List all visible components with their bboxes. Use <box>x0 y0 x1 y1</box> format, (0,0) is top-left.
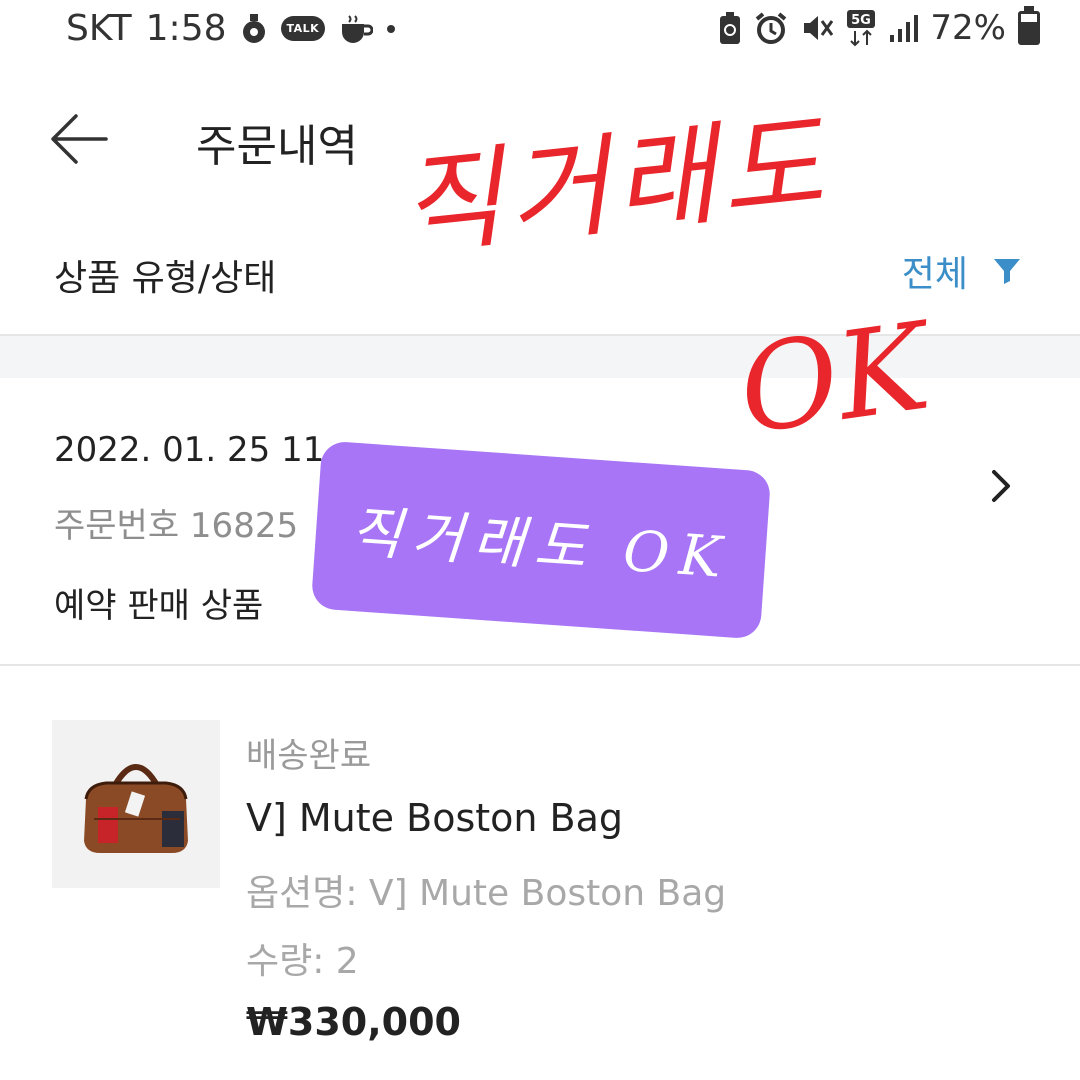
order-number: 주문번호 16825 <box>54 506 299 546</box>
network-5g-icon: 5G <box>846 9 876 47</box>
clock-time: 1:58 <box>145 8 227 49</box>
sticker-text: 직거래도 OK <box>348 499 734 591</box>
battery-icon <box>1018 6 1040 45</box>
product-name: V] Mute Boston Bag <box>246 796 624 840</box>
battery-percent: 72% <box>930 8 1006 48</box>
order-date: 2022. 01. 25 11 <box>54 430 325 470</box>
product-item[interactable]: 배송완료 V] Mute Boston Bag 옵션명: V] Mute Bos… <box>0 700 1080 1060</box>
filter-button[interactable]: 전체 <box>902 245 1022 297</box>
filter-funnel-icon <box>992 256 1022 286</box>
mute-icon <box>800 11 834 45</box>
back-arrow-icon[interactable] <box>48 108 110 170</box>
signal-strength-icon <box>888 13 919 43</box>
status-left: SKT 1:58 TALK <box>66 8 396 49</box>
boston-bag-image <box>84 764 188 853</box>
product-thumbnail[interactable] <box>52 720 220 888</box>
coffee-icon <box>339 14 374 44</box>
filter-label: 상품 유형/상태 <box>54 258 277 299</box>
handwritten-ok: OK <box>731 297 937 462</box>
product-option: 옵션명: V] Mute Boston Bag <box>246 873 727 914</box>
status-right: 5G 72% <box>718 6 1040 48</box>
chevron-right-icon[interactable] <box>986 466 1016 506</box>
filter-value: 전체 <box>901 254 968 295</box>
alarm-icon <box>754 11 788 45</box>
order-type: 예약 판매 상품 <box>54 586 264 626</box>
location-pin-icon <box>241 12 267 46</box>
product-price: ₩330,000 <box>246 1000 461 1044</box>
page-title: 주문내역 <box>196 121 358 172</box>
status-bar: SKT 1:58 TALK 5G 72% <box>0 0 1080 64</box>
svg-text:5G: 5G <box>852 13 872 28</box>
sticker-overlay: 직거래도 OK <box>310 440 772 640</box>
delivery-status: 배송완료 <box>246 736 372 776</box>
section-divider <box>0 664 1080 666</box>
battery-fill <box>1021 21 1037 42</box>
product-quantity: 수량: 2 <box>246 941 359 982</box>
notification-dot-icon <box>387 24 396 33</box>
battery-saver-icon <box>718 11 742 45</box>
kakaotalk-icon: TALK <box>280 16 326 41</box>
carrier-label: SKT <box>66 8 132 49</box>
